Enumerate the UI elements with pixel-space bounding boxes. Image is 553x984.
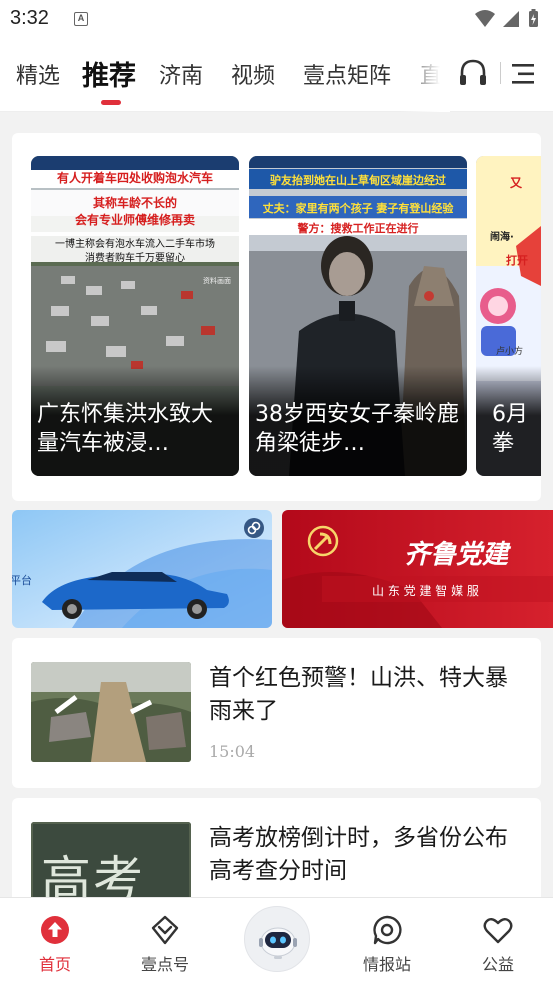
app-screen: 3:32 A 精选 推荐 济南 视频 壹点矩阵 直 [0, 0, 553, 984]
story-card-1[interactable]: 有人开着车四处收购泡水汽车 其称车龄不长的 会有专业师傅维修再卖 一博主称会有泡… [31, 156, 239, 476]
tab-tuijian[interactable]: 推荐 [82, 54, 136, 93]
story-2-overlay-line-1: 驴友抬到她在山上草甸区域崖边经过 [270, 174, 446, 187]
eye-bubble-icon [373, 915, 402, 945]
story-3-overlay-line-2: 闹海· [490, 232, 514, 243]
active-tab-indicator [101, 100, 121, 105]
news-1-image-landslide [31, 662, 191, 762]
menu-icon[interactable] [510, 62, 536, 86]
story-1-overlay-line-5: 消费者购车千万要留心 [85, 253, 185, 264]
story-carousel: 有人开着车四处收购泡水汽车 其称车龄不长的 会有专业师傅维修再卖 一博主称会有泡… [12, 133, 541, 501]
banner-car-image [12, 510, 272, 628]
tab-yidian-matrix[interactable]: 壹点矩阵 [303, 58, 391, 90]
story-3-overlay-line-3: 打开 [506, 254, 528, 267]
heart-icon [483, 918, 513, 944]
notification-icon: A [74, 12, 88, 26]
news-1-time: 15:04 [209, 742, 256, 761]
story-2-overlay-line-3: 警方：搜救工作正在进行 [297, 222, 419, 235]
story-1-title: 广东怀集洪水致大量汽车被浸… [37, 402, 214, 456]
nav-home-label: 首页 [38, 955, 71, 974]
nav-qingbaozhan-label: 情报站 [362, 955, 411, 974]
nav-home[interactable]: 首页 [15, 898, 95, 984]
diamond-chevron-icon [151, 915, 179, 945]
status-time: 3:32 [10, 7, 49, 29]
party-emblem-icon [307, 525, 339, 557]
status-icons [475, 9, 538, 27]
news-item-2[interactable]: 高考 高考放榜倒计时，多省份公布高考查分时间 [12, 798, 541, 908]
link-icon [247, 521, 261, 535]
tab-shipin[interactable]: 视频 [231, 58, 275, 90]
battery-charging-icon [529, 9, 538, 27]
tab-jingxuan[interactable]: 精选 [16, 58, 60, 90]
cell-signal-icon [503, 11, 519, 27]
home-up-arrow-icon [41, 916, 69, 944]
banner-party-building[interactable]: 齐鲁党建 山 东 党 建 智 媒 服 [282, 510, 553, 628]
tab-jinan[interactable]: 济南 [159, 58, 203, 90]
banner-party-subtitle: 山 东 党 建 智 媒 服 [372, 584, 479, 598]
news-2-title: 高考放榜倒计时，多省份公布高考查分时间 [209, 825, 508, 884]
nav-yidianhao[interactable]: 壹点号 [125, 898, 205, 984]
story-card-2[interactable]: 驴友抬到她在山上草甸区域崖边经过 丈夫：家里有两个孩子 妻子有登山经验 警方：搜… [249, 156, 467, 476]
story-2-overlay-line-2: 丈夫：家里有两个孩子 妻子有登山经验 [262, 202, 454, 215]
story-1-overlay-line-4: 一博主称会有泡水车流入二手车市场 [55, 239, 215, 250]
story-3-caption: 卢小方 [496, 347, 524, 357]
nav-yidianhao-label: 壹点号 [140, 955, 189, 974]
story-card-3[interactable]: 又 闹海· 打开 卢小方 6月拳击… [476, 156, 541, 476]
news-item-1[interactable]: 首个红色预警！山洪、特大暴雨来了 15:04 [12, 638, 541, 788]
story-3-overlay-line-1: 又 [510, 176, 523, 190]
headphones-icon[interactable] [457, 58, 489, 88]
ai-assistant-button[interactable] [244, 906, 310, 972]
nav-gongyi[interactable]: 公益 [458, 898, 538, 984]
story-1-watermark: 资料画面 [203, 277, 231, 285]
story-1-overlay-line-1: 有人开着车四处收购泡水汽车 [56, 171, 213, 185]
banner-party-title: 齐鲁党建 [404, 540, 509, 570]
story-3-title: 6月拳击… [492, 402, 528, 456]
story-2-title: 38岁西安女子秦岭鹿角梁徒步… [255, 402, 459, 456]
robot-assistant-icon [259, 927, 297, 959]
bottom-navigation: 首页 壹点号 情报站 公益 [0, 897, 553, 984]
news-1-title: 首个红色预警！山洪、特大暴雨来了 [209, 665, 508, 724]
header-divider [500, 62, 501, 84]
news-2-thumbnail: 高考 [31, 822, 191, 908]
story-1-overlay-line-3: 会有专业师傅维修再卖 [74, 213, 195, 227]
news-1-thumbnail [31, 662, 191, 762]
tab-fade [400, 40, 450, 112]
story-1-overlay-line-2: 其称车龄不长的 [92, 196, 177, 210]
banner-platform[interactable]: 平台 [12, 510, 272, 628]
wifi-icon [475, 10, 495, 27]
nav-gongyi-label: 公益 [481, 955, 514, 974]
nav-qingbaozhan[interactable]: 情报站 [347, 898, 427, 984]
status-bar: 3:32 A [0, 0, 553, 40]
banner-platform-caption: 平台 [12, 574, 32, 587]
